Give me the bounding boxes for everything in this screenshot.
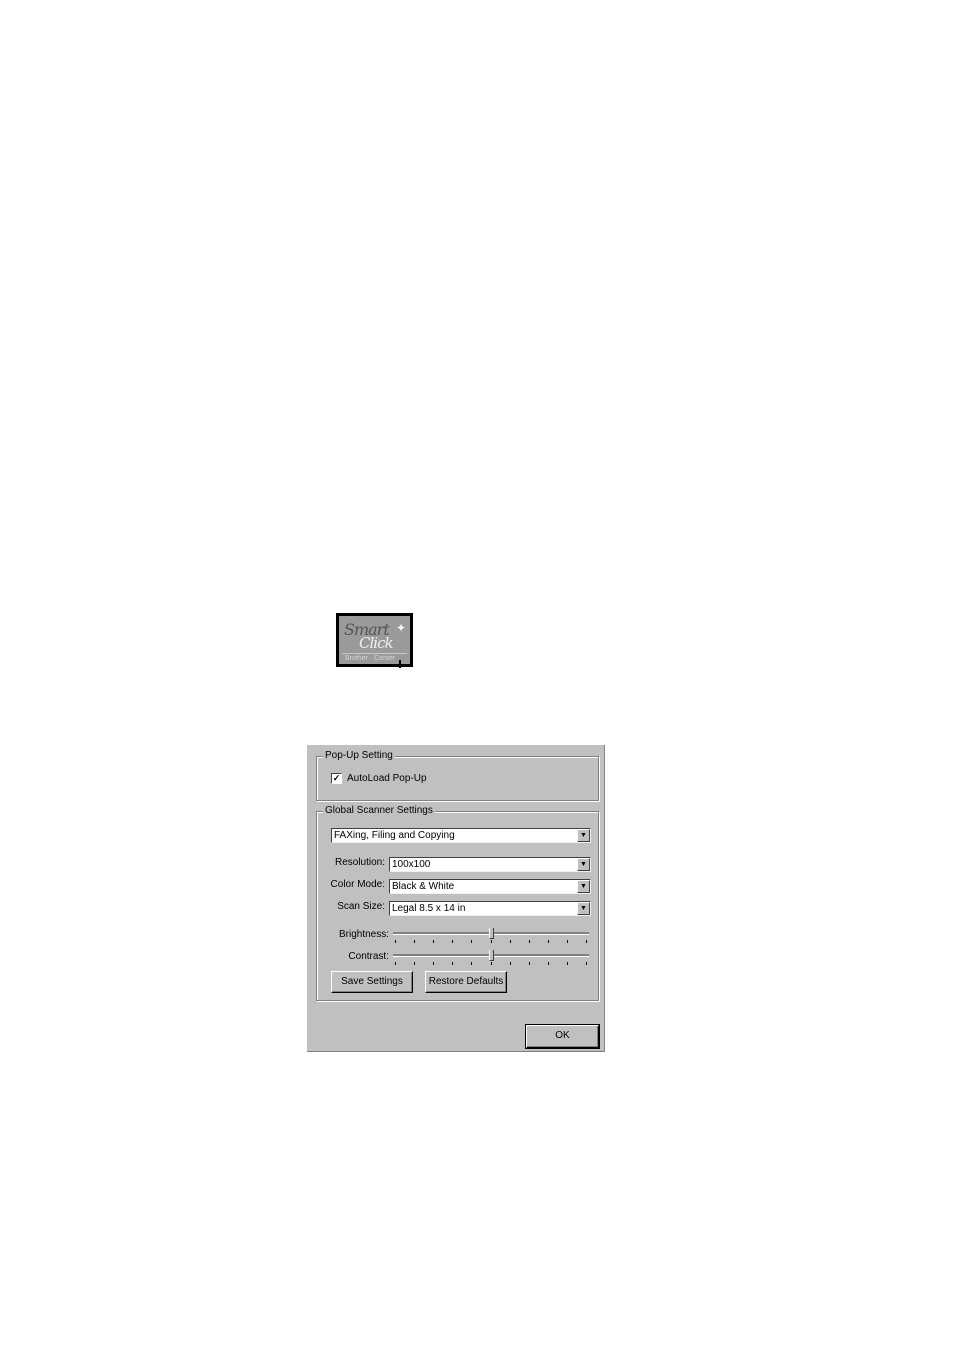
contrast-label: Contrast: <box>348 951 389 962</box>
logo-face: Smart Click ✦ Brother · Center <box>339 616 410 664</box>
slider-tick <box>414 962 416 965</box>
slider-tick <box>433 962 435 965</box>
global-scanner-settings-group: Global Scanner Settings FAXing, Filing a… <box>316 805 599 1001</box>
contrast-thumb[interactable] <box>488 950 494 961</box>
resolution-value: 100x100 <box>392 859 431 870</box>
slider-tick <box>395 940 396 943</box>
ok-button[interactable]: OK <box>525 1024 600 1049</box>
slider-tick <box>509 962 511 965</box>
slider-tick <box>586 940 587 943</box>
scanner-settings-dialog: Pop-Up Setting ✓ AutoLoad Pop-Up Global … <box>307 745 605 1052</box>
logo-pointer-tick <box>399 660 401 668</box>
chevron-down-icon[interactable]: ▼ <box>577 858 590 871</box>
slider-tick <box>490 940 492 943</box>
scanner-settings-title: Global Scanner Settings <box>323 805 435 816</box>
brightness-ticks <box>393 940 589 943</box>
contrast-ticks <box>393 962 589 965</box>
slider-tick <box>547 962 549 965</box>
slider-tick <box>528 962 530 965</box>
chevron-down-icon[interactable]: ▼ <box>577 902 590 915</box>
smartclick-logo[interactable]: Smart Click ✦ Brother · Center <box>336 613 413 667</box>
slider-tick <box>586 962 587 965</box>
brightness-thumb[interactable] <box>488 928 494 939</box>
slider-tick <box>414 940 416 943</box>
slider-tick <box>433 940 435 943</box>
scan-size-dropdown[interactable]: Legal 8.5 x 14 in ▼ <box>389 901 591 916</box>
checkmark-icon: ✓ <box>332 773 341 783</box>
color-mode-label: Color Mode: <box>330 879 385 890</box>
logo-divider <box>342 653 407 654</box>
slider-tick <box>566 940 568 943</box>
restore-defaults-button[interactable]: Restore Defaults <box>425 971 507 993</box>
slider-tick <box>395 962 396 965</box>
scan-size-value: Legal 8.5 x 14 in <box>392 903 466 914</box>
resolution-dropdown[interactable]: 100x100 ▼ <box>389 857 591 872</box>
color-mode-dropdown[interactable]: Black & White ▼ <box>389 879 591 894</box>
cursor-sparkle-icon: ✦ <box>395 621 406 635</box>
profile-value: FAXing, Filing and Copying <box>334 830 455 841</box>
brightness-slider[interactable] <box>393 928 589 944</box>
slider-tick <box>471 940 473 943</box>
autoload-label[interactable]: AutoLoad Pop-Up <box>347 773 427 784</box>
slider-tick <box>547 940 549 943</box>
save-settings-button[interactable]: Save Settings <box>331 971 413 993</box>
slider-tick <box>490 962 492 965</box>
autoload-checkbox[interactable]: ✓ <box>331 773 342 784</box>
slider-tick <box>509 940 511 943</box>
scan-size-label: Scan Size: <box>337 901 385 912</box>
chevron-down-icon[interactable]: ▼ <box>577 829 590 842</box>
slider-tick <box>471 962 473 965</box>
contrast-slider[interactable] <box>393 950 589 966</box>
logo-subtitle: Brother · Center <box>345 655 396 662</box>
resolution-label: Resolution: <box>334 857 385 868</box>
color-mode-value: Black & White <box>392 881 455 892</box>
chevron-down-icon[interactable]: ▼ <box>577 880 590 893</box>
brightness-label: Brightness: <box>338 929 389 940</box>
slider-tick <box>528 940 530 943</box>
profile-dropdown[interactable]: FAXing, Filing and Copying ▼ <box>331 828 591 843</box>
logo-word-click: Click <box>359 634 394 652</box>
slider-tick <box>566 962 568 965</box>
popup-setting-title: Pop-Up Setting <box>323 750 395 761</box>
popup-setting-group: Pop-Up Setting ✓ AutoLoad Pop-Up <box>316 750 599 801</box>
slider-tick <box>452 940 454 943</box>
slider-tick <box>452 962 454 965</box>
